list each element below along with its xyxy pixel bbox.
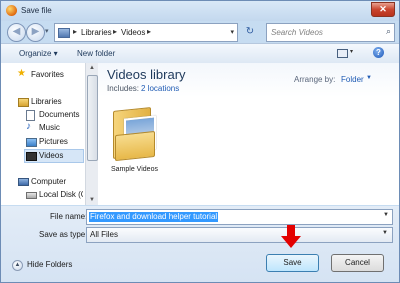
file-name-dropdown-icon[interactable]: ▼ — [383, 212, 389, 218]
title-bar: Save file ✕ — [1, 1, 399, 21]
save-button[interactable]: Save — [266, 254, 319, 272]
organize-button[interactable]: Organize ▾ — [19, 49, 58, 58]
library-icon — [18, 98, 29, 107]
navigation-bar: ◀ ▶ ▾ ▸ Libraries ▸ Videos ▸ ▾ ↻ Search … — [1, 21, 399, 43]
file-name-label: File name: — [50, 212, 88, 221]
chevron-down-icon: ▾ — [350, 49, 354, 55]
video-icon — [26, 152, 37, 161]
save-as-type-select[interactable]: All Files ▼ — [86, 227, 393, 243]
cancel-button[interactable]: Cancel — [331, 254, 384, 272]
nav-item-local-disk[interactable]: Local Disk (C — [25, 189, 83, 201]
breadcrumb-chevron-icon[interactable]: ▸ — [73, 27, 77, 36]
nav-item-libraries[interactable]: Libraries — [17, 96, 83, 108]
breadcrumb-videos[interactable]: Videos — [121, 28, 145, 37]
help-icon[interactable]: ? — [373, 47, 384, 58]
scroll-up-icon[interactable]: ▲ — [89, 65, 95, 71]
nav-item-documents[interactable]: Documents — [25, 109, 83, 121]
save-file-dialog: Save file ✕ ◀ ▶ ▾ ▸ Libraries ▸ Videos ▸… — [0, 0, 400, 283]
nav-item-label: Libraries — [31, 97, 62, 106]
nav-item-label: Local Disk (C — [39, 190, 83, 199]
hide-folders-label: Hide Folders — [27, 260, 73, 269]
library-location-icon — [58, 28, 70, 38]
pictures-icon — [26, 138, 37, 147]
search-input[interactable]: Search Videos ⌕ — [266, 23, 395, 42]
computer-icon — [18, 178, 29, 186]
scrollbar-thumb[interactable] — [87, 75, 98, 161]
change-view-button[interactable]: ▾ — [337, 48, 357, 58]
arrow-head — [281, 236, 301, 248]
nav-item-computer[interactable]: Computer — [17, 176, 83, 188]
browser-area: ★ Favorites Libraries Documents ♪ Music … — [1, 63, 399, 205]
search-placeholder: Search Videos — [271, 28, 323, 37]
refresh-icon[interactable]: ↻ — [239, 23, 261, 40]
document-icon — [26, 110, 35, 121]
nav-item-label: Music — [39, 123, 60, 132]
nav-item-pictures[interactable]: Pictures — [25, 136, 83, 148]
disk-drive-icon — [26, 192, 37, 199]
hide-folders-button[interactable]: ▲ Hide Folders — [12, 259, 82, 271]
library-pane: Videos library Includes: 2 locations Arr… — [98, 63, 399, 205]
scroll-down-icon[interactable]: ▼ — [89, 197, 95, 203]
file-name-field[interactable]: Firefox and download helper tutorial ▼ — [86, 209, 393, 225]
nav-item-favorites[interactable]: ★ Favorites — [17, 68, 83, 81]
nav-item-music[interactable]: ♪ Music — [25, 121, 83, 134]
command-toolbar: Organize ▾ New folder ▾ ? — [1, 43, 399, 64]
views-icon — [337, 49, 348, 58]
chevron-up-icon: ▲ — [12, 260, 23, 271]
arrange-by-dropdown[interactable]: Folder — [341, 75, 364, 84]
recent-pages-chevron-icon[interactable]: ▾ — [45, 27, 49, 35]
close-button[interactable]: ✕ — [371, 2, 395, 17]
navigation-pane: ★ Favorites Libraries Documents ♪ Music … — [1, 63, 85, 205]
locations-link[interactable]: 2 locations — [141, 84, 179, 93]
forward-button[interactable]: ▶ — [26, 23, 45, 42]
folder-label: Sample Videos — [111, 166, 158, 173]
nav-item-label: Pictures — [39, 137, 68, 146]
save-form: File name: Firefox and download helper t… — [1, 206, 399, 282]
nav-item-videos[interactable]: Videos — [24, 149, 84, 163]
save-as-type-label: Save as type: — [39, 230, 88, 239]
breadcrumb-chevron-icon[interactable]: ▸ — [113, 27, 117, 36]
library-title: Videos library — [107, 67, 186, 82]
library-header: Videos library Includes: 2 locations Arr… — [98, 63, 399, 97]
search-icon[interactable]: ⌕ — [386, 26, 391, 37]
nav-item-label: Computer — [31, 177, 67, 186]
nav-item-label: Documents — [39, 110, 80, 119]
address-bar[interactable]: ▸ Libraries ▸ Videos ▸ ▾ — [54, 23, 238, 42]
save-as-type-value: All Files — [90, 230, 119, 239]
back-button[interactable]: ◀ — [7, 23, 26, 42]
navigation-pane-scrollbar[interactable]: ▲ ▼ — [85, 63, 98, 205]
folder-item-sample-videos[interactable]: Sample Videos — [111, 103, 163, 177]
breadcrumb-chevron-icon[interactable]: ▸ — [147, 27, 151, 36]
folder-icon-front — [115, 130, 155, 162]
address-dropdown-icon[interactable]: ▾ — [230, 28, 234, 36]
nav-item-label: Favorites — [31, 70, 64, 79]
firefox-icon — [6, 5, 17, 16]
new-folder-button[interactable]: New folder — [77, 49, 115, 58]
nav-item-label: Videos — [39, 151, 64, 160]
arrange-by-label: Arrange by: — [294, 75, 336, 84]
window-title: Save file — [21, 6, 52, 15]
star-icon: ★ — [17, 68, 26, 79]
breadcrumb-libraries[interactable]: Libraries — [81, 28, 112, 37]
chevron-down-icon[interactable]: ▼ — [366, 75, 372, 81]
music-note-icon: ♪ — [26, 121, 31, 132]
chevron-down-icon[interactable]: ▼ — [382, 230, 388, 236]
includes-label: Includes: — [107, 84, 140, 93]
annotation-arrow-icon — [281, 225, 301, 251]
file-name-value[interactable]: Firefox and download helper tutorial — [89, 212, 219, 222]
